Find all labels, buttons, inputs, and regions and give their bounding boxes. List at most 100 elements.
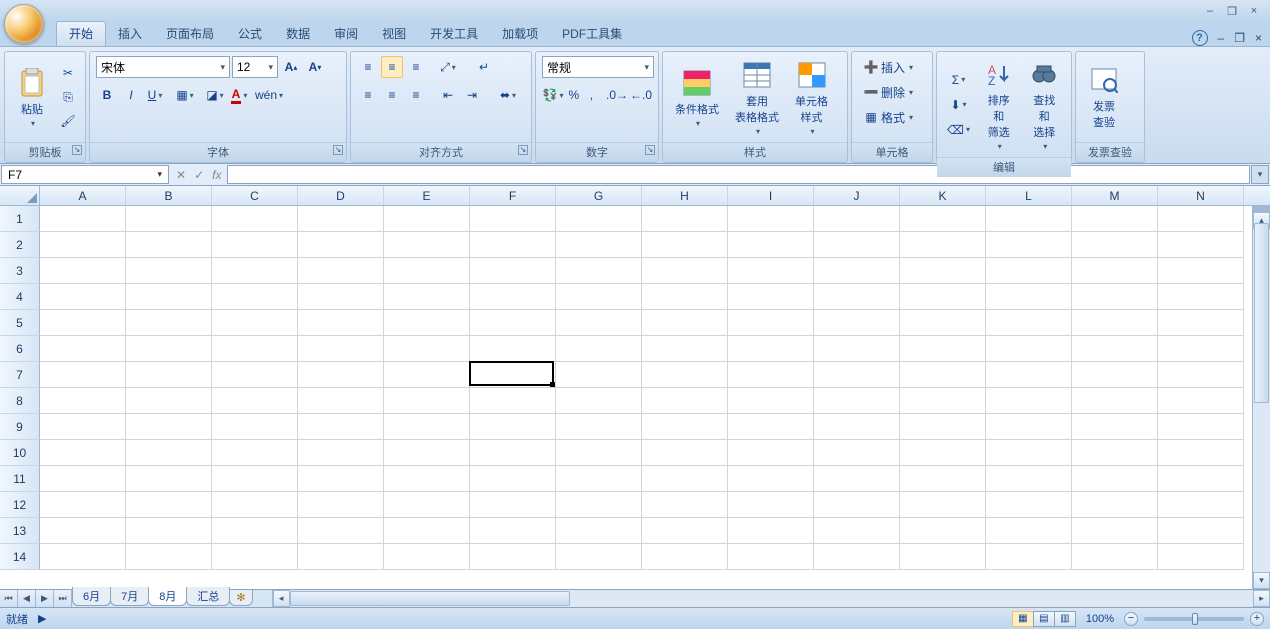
- cell-A11[interactable]: [40, 466, 126, 492]
- name-box[interactable]: F7▾: [1, 165, 169, 184]
- cell-K1[interactable]: [900, 206, 986, 232]
- cell-C2[interactable]: [212, 232, 298, 258]
- cell-G12[interactable]: [556, 492, 642, 518]
- cell-J12[interactable]: [814, 492, 900, 518]
- column-header-M[interactable]: M: [1072, 186, 1158, 205]
- cell-K2[interactable]: [900, 232, 986, 258]
- cell-A2[interactable]: [40, 232, 126, 258]
- fill-button[interactable]: ⬇▾: [943, 94, 974, 116]
- cell-B13[interactable]: [126, 518, 212, 544]
- cell-B7[interactable]: [126, 362, 212, 388]
- cell-F4[interactable]: [470, 284, 556, 310]
- cell-I9[interactable]: [728, 414, 814, 440]
- cell-H14[interactable]: [642, 544, 728, 570]
- column-header-L[interactable]: L: [986, 186, 1072, 205]
- cell-G7[interactable]: [556, 362, 642, 388]
- cell-L8[interactable]: [986, 388, 1072, 414]
- cell-D9[interactable]: [298, 414, 384, 440]
- clear-button[interactable]: ⌫▾: [943, 119, 974, 141]
- cell-M14[interactable]: [1072, 544, 1158, 570]
- cell-E4[interactable]: [384, 284, 470, 310]
- cell-N11[interactable]: [1158, 466, 1244, 492]
- cell-I2[interactable]: [728, 232, 814, 258]
- cell-J13[interactable]: [814, 518, 900, 544]
- cell-N4[interactable]: [1158, 284, 1244, 310]
- cell-M10[interactable]: [1072, 440, 1158, 466]
- cut-button[interactable]: ✂: [57, 62, 79, 84]
- cell-G13[interactable]: [556, 518, 642, 544]
- cell-E13[interactable]: [384, 518, 470, 544]
- tab-视图[interactable]: 视图: [370, 22, 418, 46]
- cell-A5[interactable]: [40, 310, 126, 336]
- cell-D6[interactable]: [298, 336, 384, 362]
- sheet-tab-汇总[interactable]: 汇总: [186, 587, 230, 606]
- cell-D3[interactable]: [298, 258, 384, 284]
- cell-F9[interactable]: [470, 414, 556, 440]
- cell-G3[interactable]: [556, 258, 642, 284]
- row-header-11[interactable]: 11: [0, 466, 40, 492]
- cell-F2[interactable]: [470, 232, 556, 258]
- conditional-format-button[interactable]: 条件格式▾: [669, 65, 725, 130]
- tab-数据[interactable]: 数据: [274, 22, 322, 46]
- underline-button[interactable]: U▾: [144, 84, 166, 106]
- cell-J7[interactable]: [814, 362, 900, 388]
- cell-J2[interactable]: [814, 232, 900, 258]
- cell-L14[interactable]: [986, 544, 1072, 570]
- column-header-N[interactable]: N: [1158, 186, 1244, 205]
- select-all-corner[interactable]: [0, 186, 40, 205]
- orientation-button[interactable]: ⤢▾: [437, 56, 459, 78]
- ribbon-close-button[interactable]: ×: [1255, 31, 1262, 45]
- cell-B6[interactable]: [126, 336, 212, 362]
- cell-N8[interactable]: [1158, 388, 1244, 414]
- cell-E12[interactable]: [384, 492, 470, 518]
- cell-H4[interactable]: [642, 284, 728, 310]
- align-bottom-button[interactable]: ≡: [405, 56, 427, 78]
- cell-H13[interactable]: [642, 518, 728, 544]
- format-cells-button[interactable]: ▦格式▾: [858, 106, 926, 128]
- cell-E6[interactable]: [384, 336, 470, 362]
- cell-M6[interactable]: [1072, 336, 1158, 362]
- italic-button[interactable]: I: [120, 84, 142, 106]
- cell-H10[interactable]: [642, 440, 728, 466]
- split-handle[interactable]: [1253, 206, 1270, 212]
- zoom-slider-thumb[interactable]: [1192, 613, 1198, 625]
- merge-button[interactable]: ⬌▾: [497, 84, 519, 106]
- cell-C12[interactable]: [212, 492, 298, 518]
- horizontal-scrollbar[interactable]: ◂ ▸: [272, 590, 1270, 607]
- cell-B10[interactable]: [126, 440, 212, 466]
- zoom-level[interactable]: 100%: [1086, 613, 1114, 625]
- tab-审阅[interactable]: 审阅: [322, 22, 370, 46]
- office-button[interactable]: [4, 4, 44, 44]
- cell-J1[interactable]: [814, 206, 900, 232]
- cell-I12[interactable]: [728, 492, 814, 518]
- cell-A1[interactable]: [40, 206, 126, 232]
- column-header-D[interactable]: D: [298, 186, 384, 205]
- cell-D8[interactable]: [298, 388, 384, 414]
- column-header-K[interactable]: K: [900, 186, 986, 205]
- formula-bar-expand[interactable]: ▾: [1251, 165, 1269, 184]
- align-middle-button[interactable]: ≡: [381, 56, 403, 78]
- cell-I13[interactable]: [728, 518, 814, 544]
- cell-C14[interactable]: [212, 544, 298, 570]
- autosum-button[interactable]: Σ▾: [943, 69, 974, 91]
- font-name-combo[interactable]: 宋体▾: [96, 56, 230, 78]
- column-header-A[interactable]: A: [40, 186, 126, 205]
- cell-N13[interactable]: [1158, 518, 1244, 544]
- cell-M13[interactable]: [1072, 518, 1158, 544]
- cell-J10[interactable]: [814, 440, 900, 466]
- cell-I6[interactable]: [728, 336, 814, 362]
- ribbon-minimize-button[interactable]: –: [1218, 31, 1225, 45]
- number-format-combo[interactable]: 常规▾: [542, 56, 654, 78]
- cell-E5[interactable]: [384, 310, 470, 336]
- cell-J3[interactable]: [814, 258, 900, 284]
- cell-G1[interactable]: [556, 206, 642, 232]
- font-color-button[interactable]: A▾: [228, 84, 250, 106]
- paste-button[interactable]: 粘贴 ▾: [11, 65, 53, 130]
- cell-E14[interactable]: [384, 544, 470, 570]
- row-header-14[interactable]: 14: [0, 544, 40, 570]
- cell-N2[interactable]: [1158, 232, 1244, 258]
- cell-A9[interactable]: [40, 414, 126, 440]
- column-header-J[interactable]: J: [814, 186, 900, 205]
- alignment-launcher[interactable]: ↘: [518, 145, 528, 155]
- column-header-B[interactable]: B: [126, 186, 212, 205]
